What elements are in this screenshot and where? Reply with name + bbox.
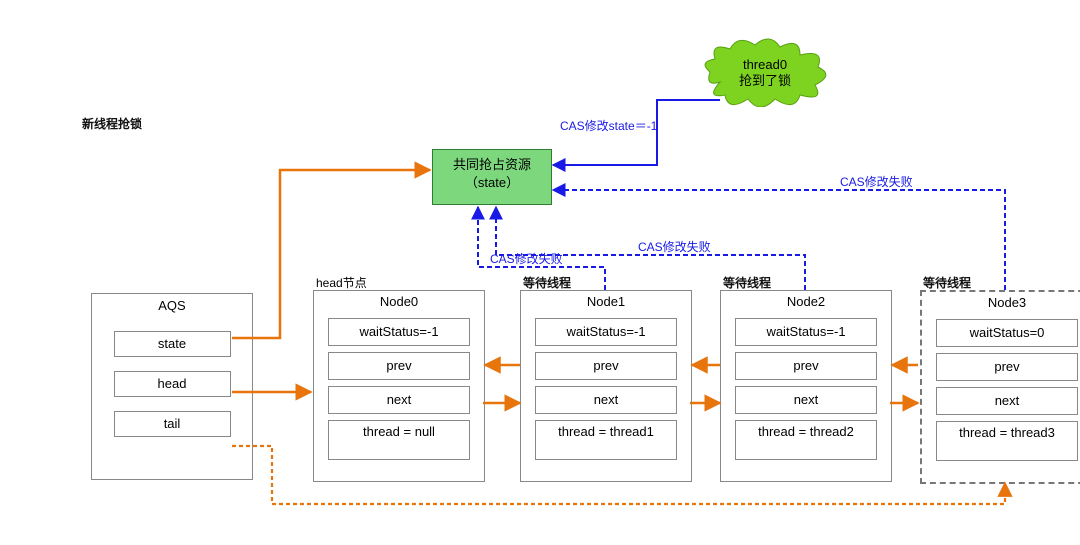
node3-box: Node3 waitStatus=0 prev next thread = th…	[920, 290, 1080, 484]
node0-prev: prev	[328, 352, 470, 380]
node1-next: next	[535, 386, 677, 414]
node3-next: next	[936, 387, 1078, 415]
node2-box: Node2 waitStatus=-1 prev next thread = t…	[720, 290, 892, 482]
node2-title: Node2	[721, 291, 891, 312]
cas-fail-n2: CAS修改失败	[638, 238, 711, 255]
node2-ws: waitStatus=-1	[735, 318, 877, 346]
node0-label: head节点	[316, 274, 367, 291]
node0-title: Node0	[314, 291, 484, 312]
node1-prev: prev	[535, 352, 677, 380]
node2-label: 等待线程	[723, 274, 771, 291]
aqs-title: AQS	[92, 294, 252, 317]
node0-next: next	[328, 386, 470, 414]
aqs-head: head	[114, 371, 231, 397]
shared-resource: 共同抢占资源（state）	[432, 149, 552, 205]
cas-fail-n3: CAS修改失败	[840, 173, 913, 190]
cloud-text: thread0抢到了锁	[700, 57, 830, 89]
thread0-cloud: thread0抢到了锁	[700, 37, 830, 107]
diagram-stage: 新线程抢锁 AQS state head tail head节点 等待线程 等待…	[0, 0, 1080, 545]
node2-thread: thread = thread2	[735, 420, 877, 460]
node1-ws: waitStatus=-1	[535, 318, 677, 346]
aqs-box: AQS state head tail	[91, 293, 253, 480]
node3-label: 等待线程	[923, 274, 971, 291]
cas-fail-n1: CAS修改失败	[490, 250, 563, 267]
aqs-tail: tail	[114, 411, 231, 437]
node1-thread: thread = thread1	[535, 420, 677, 460]
node2-prev: prev	[735, 352, 877, 380]
diagram-title: 新线程抢锁	[82, 115, 142, 132]
node0-ws: waitStatus=-1	[328, 318, 470, 346]
node1-label: 等待线程	[523, 274, 571, 291]
node3-thread: thread = thread3	[936, 421, 1078, 461]
cas-ok-label: CAS修改state＝-1	[560, 117, 657, 134]
node1-box: Node1 waitStatus=-1 prev next thread = t…	[520, 290, 692, 482]
node2-next: next	[735, 386, 877, 414]
node3-title: Node3	[922, 292, 1080, 313]
node0-box: Node0 waitStatus=-1 prev next thread = n…	[313, 290, 485, 482]
node1-title: Node1	[521, 291, 691, 312]
node3-ws: waitStatus=0	[936, 319, 1078, 347]
node3-prev: prev	[936, 353, 1078, 381]
aqs-state: state	[114, 331, 231, 357]
node0-thread: thread = null	[328, 420, 470, 460]
